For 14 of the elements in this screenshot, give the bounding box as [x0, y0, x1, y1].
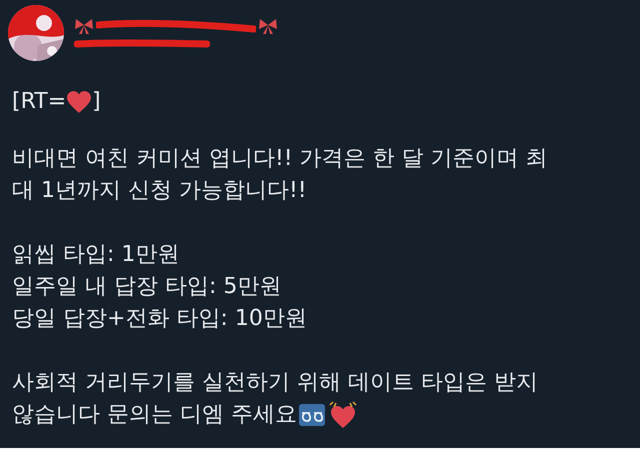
tweet-text: [RT=: [12, 88, 66, 116]
tweet-text: 사회적 거리두기를 실천하기 위해 데이트 타입은 받지: [12, 369, 539, 397]
tweet-text: 일주일 내 답장 타입: 5만원: [12, 273, 282, 301]
tweet-text: 읽씹 타입: 1만원: [12, 241, 180, 269]
heart-icon: [67, 91, 92, 113]
loop-icon: [298, 404, 325, 426]
tweet-text: 않습니다 문의는 디엠 주세요: [12, 401, 297, 429]
tweet-text: ]: [92, 88, 101, 116]
tweet-text: 대 1년까지 신청 가능합니다!!: [12, 177, 308, 205]
tweet-text: 당일 답장+전화 타입: 10만원: [12, 305, 308, 333]
bow-icon: [258, 17, 278, 35]
tweet-text: 비대면 여친 커미션 엽니다!! 가격은 한 달 기준이며 최: [12, 145, 549, 173]
heart-icon: [326, 401, 359, 429]
bow-icon: [74, 17, 94, 35]
